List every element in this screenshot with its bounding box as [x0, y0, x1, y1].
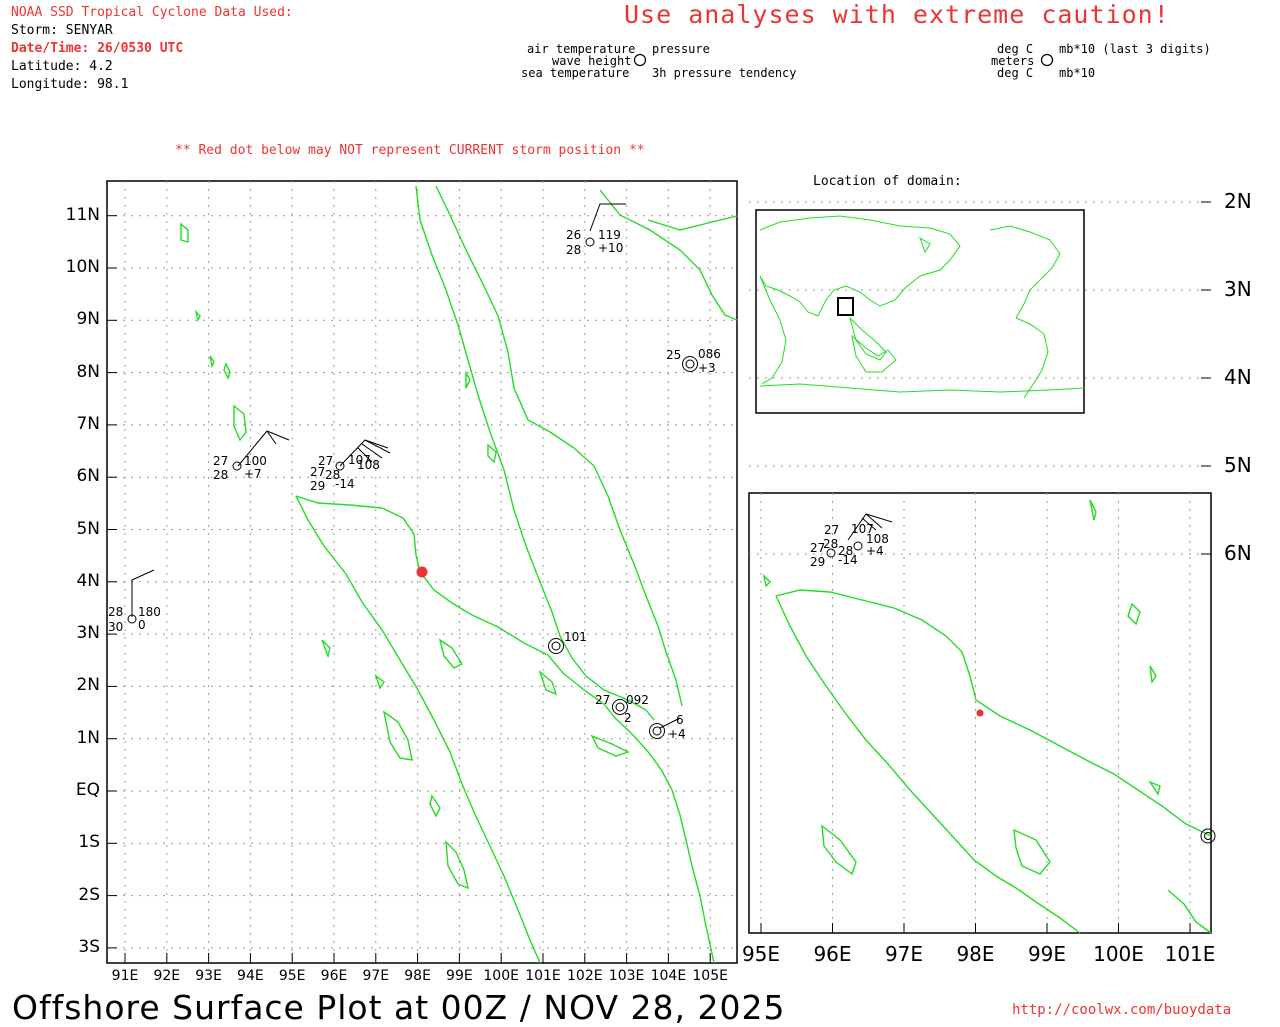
station-s2-tendency: +3	[698, 361, 716, 375]
main-lon-label-4: 95E	[278, 968, 306, 984]
inset-lat-label-3: 3N	[1224, 277, 1252, 301]
station-s7-pressure: 101	[564, 630, 587, 644]
main-map[interactable]	[106, 180, 738, 964]
inset-station-i2-sea: 29	[810, 555, 826, 569]
main-lon-label-6: 97E	[362, 968, 390, 984]
main-lat-label-0: 11N	[65, 204, 100, 225]
main-lon-label-2: 93E	[195, 968, 222, 984]
station-s3-air: 27	[213, 454, 229, 468]
main-lat-label-11: EQ	[75, 780, 100, 800]
inset-lon-label-0: 95E	[741, 942, 781, 966]
inset-station-i2-tendency: +4	[866, 544, 884, 558]
locator-map[interactable]	[755, 209, 1085, 414]
inset-lon-label-2: 97E	[884, 942, 924, 966]
inset-storm-position-marker[interactable]	[976, 709, 984, 717]
main-lon-label-3: 94E	[237, 968, 264, 984]
station-s8-air: 27	[595, 693, 611, 707]
inset-station-i2-air: 27	[810, 541, 826, 555]
station-s3-sea: 28	[213, 468, 229, 482]
inset-lon-label-5: 100E	[1093, 942, 1144, 966]
inset-lat-label-1: 5N	[1224, 453, 1252, 477]
station-s2-air: 25	[666, 348, 682, 362]
main-lon-label-10: 101E	[525, 968, 561, 984]
main-lon-label-14: 105E	[692, 968, 728, 984]
main-lon-label-5: 96E	[320, 968, 348, 984]
main-lon-label-13: 104E	[650, 968, 687, 984]
main-lat-label-12: 1S	[78, 832, 100, 853]
station-s9-pressure: 6	[676, 713, 684, 727]
station-s9-tendency: +4	[668, 727, 686, 741]
main-lat-label-8: 3N	[76, 623, 100, 644]
station-s1-air: 26	[566, 228, 582, 242]
inset-lat-label-4: 2N	[1224, 189, 1252, 213]
main-lon-label-9: 100E	[483, 968, 519, 984]
main-lon-label-12: 103E	[608, 968, 645, 984]
station-s5-tendency: -14	[335, 477, 355, 491]
station-s6-air: 28	[108, 605, 124, 619]
main-lat-label-3: 8N	[76, 361, 100, 382]
main-lat-label-1: 10N	[65, 257, 100, 277]
inset-lon-label-3: 98E	[956, 942, 995, 966]
main-lat-label-6: 5N	[76, 518, 100, 539]
main-lon-label-1: 92E	[153, 968, 181, 984]
inset-station-i3-tendency: -14	[838, 553, 858, 567]
inset-lon-label-1: 96E	[813, 942, 852, 966]
main-lat-label-7: 4N	[76, 570, 100, 591]
storm-position-marker[interactable]	[416, 566, 428, 578]
station-s1-sea: 28	[566, 243, 582, 257]
main-lon-label-11: 102E	[567, 968, 603, 984]
main-lat-label-13: 2S	[78, 884, 100, 905]
main-lat-label-4: 7N	[76, 413, 100, 434]
inset-lat-label-0: 6N	[1224, 541, 1252, 565]
main-lon-label-7: 98E	[404, 968, 431, 984]
station-s6-tendency: 0	[138, 618, 146, 632]
station-s6-sea: 30	[108, 620, 124, 634]
inset-lon-label-6: 101E	[1164, 942, 1216, 966]
station-s1-pressure: 119	[598, 228, 621, 242]
map-canvas	[106, 53, 1216, 964]
inset-lon-label-4: 99E	[1027, 942, 1067, 966]
station-s6-pressure: 180	[138, 605, 161, 619]
station-s8-pressure: 092	[626, 693, 649, 707]
station-s4-sea: 27	[310, 465, 326, 479]
legend-unit-circle-icon	[1040, 53, 1054, 67]
main-lat-label-2: 9N	[76, 309, 100, 330]
station-s3-pressure: 100	[244, 454, 267, 468]
main-lat-label-9: 2N	[76, 675, 100, 696]
main-lon-label-8: 99E	[446, 968, 473, 984]
station-s9-air: 2	[624, 711, 632, 725]
station-s5-pressure: 108	[357, 458, 380, 472]
station-s5-sea: 29	[310, 479, 326, 493]
main-lon-label-0: 91E	[111, 968, 139, 984]
inset-lat-label-2: 4N	[1224, 365, 1252, 389]
inset-station-i1-air: 27	[824, 523, 840, 537]
station-s1-tendency: +10	[598, 241, 624, 255]
main-lat-label-14: 3S	[78, 936, 100, 957]
main-lat-label-5: 6N	[76, 466, 100, 487]
inset-station-i1-sea: 28	[823, 537, 839, 551]
station-s3-tendency: +7	[244, 467, 262, 481]
legend-circle-icon	[633, 53, 647, 67]
station-s2-pressure: 086	[698, 347, 721, 361]
main-lat-label-10: 1N	[76, 727, 100, 748]
